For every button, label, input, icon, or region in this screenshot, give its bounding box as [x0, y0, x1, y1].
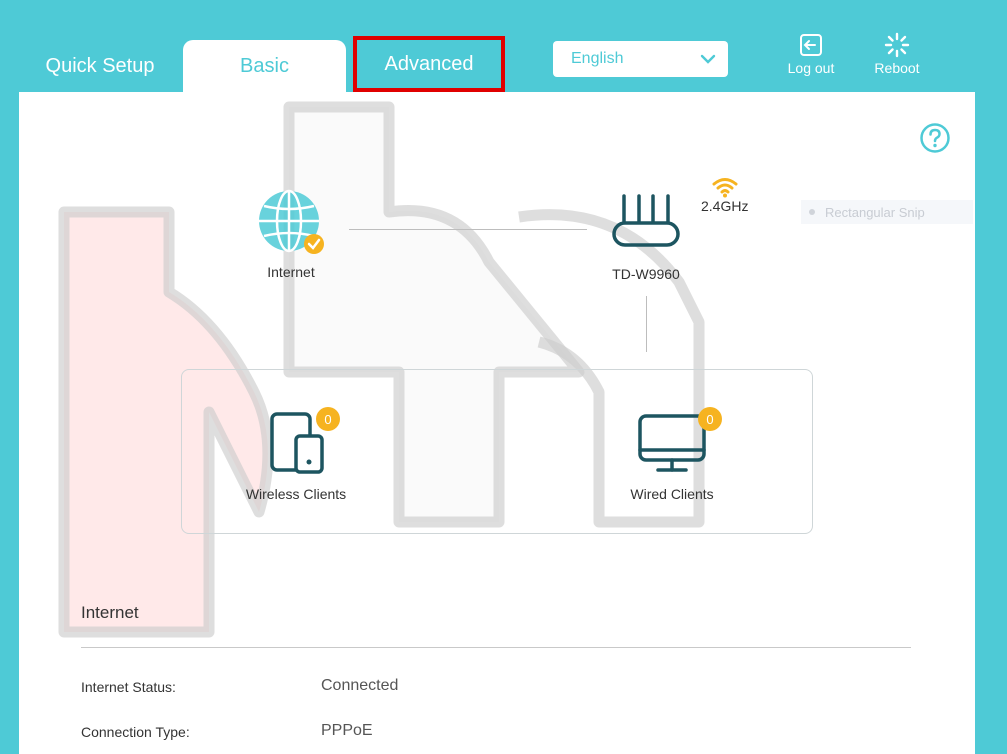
connection-type-value: PPPoE: [321, 722, 373, 739]
main-panel: Internet 2.4GHz TD-W9960 0 Wireless Clie…: [19, 92, 975, 754]
reboot-icon: [884, 32, 910, 58]
wifi-band: 2.4GHz: [701, 176, 748, 214]
router-node[interactable]: TD-W9960: [601, 192, 691, 282]
topology-line-internet-router: [349, 229, 587, 230]
clients-box: 0 Wireless Clients 0 Wired Clients: [181, 369, 813, 534]
internet-status-value: Connected: [321, 677, 399, 694]
language-value: English: [571, 50, 624, 67]
wired-clients[interactable]: 0 Wired Clients: [612, 407, 732, 502]
help-icon[interactable]: [919, 122, 951, 154]
router-label: TD-W9960: [612, 266, 680, 282]
section-divider: [81, 647, 911, 648]
internet-label: Internet: [267, 264, 315, 280]
snip-label: Rectangular Snip: [825, 204, 925, 220]
wifi-band-label: 2.4GHz: [701, 198, 749, 214]
wireless-clients-count-badge: 0: [316, 407, 340, 431]
internet-section-title: Internet: [81, 603, 139, 622]
logout-icon: [800, 34, 822, 56]
top-bar: Quick Setup Basic Advanced English Log o…: [0, 0, 1007, 92]
language-select[interactable]: English: [553, 41, 728, 77]
topology-line-router-clients: [646, 296, 647, 352]
tab-basic[interactable]: Basic: [183, 40, 346, 92]
logout-label: Log out: [787, 60, 835, 76]
logout-button[interactable]: Log out: [776, 32, 846, 76]
router-icon: [612, 194, 680, 247]
internet-node[interactable]: Internet: [241, 188, 341, 280]
wireless-clients[interactable]: 0 Wireless Clients: [236, 407, 356, 502]
tab-advanced[interactable]: Advanced: [353, 36, 505, 92]
internet-status-row: Internet Status: Connected: [81, 677, 398, 695]
reboot-button[interactable]: Reboot: [862, 32, 932, 76]
internet-status-label: Internet Status:: [81, 679, 176, 695]
wired-clients-label: Wired Clients: [630, 486, 714, 502]
tab-quick-setup[interactable]: Quick Setup: [20, 40, 180, 92]
chevron-down-icon: [700, 54, 716, 64]
connection-type-label: Connection Type:: [81, 724, 190, 740]
reboot-label: Reboot: [874, 60, 920, 76]
connection-type-row: Connection Type: PPPoE: [81, 722, 373, 740]
wifi-icon: [712, 178, 738, 198]
rectangular-snip-overlay: Rectangular Snip: [801, 200, 973, 224]
wireless-clients-label: Wireless Clients: [245, 486, 347, 502]
wired-clients-count-badge: 0: [698, 407, 722, 431]
snip-dot-icon: [809, 209, 815, 215]
globe-icon: [259, 189, 324, 254]
